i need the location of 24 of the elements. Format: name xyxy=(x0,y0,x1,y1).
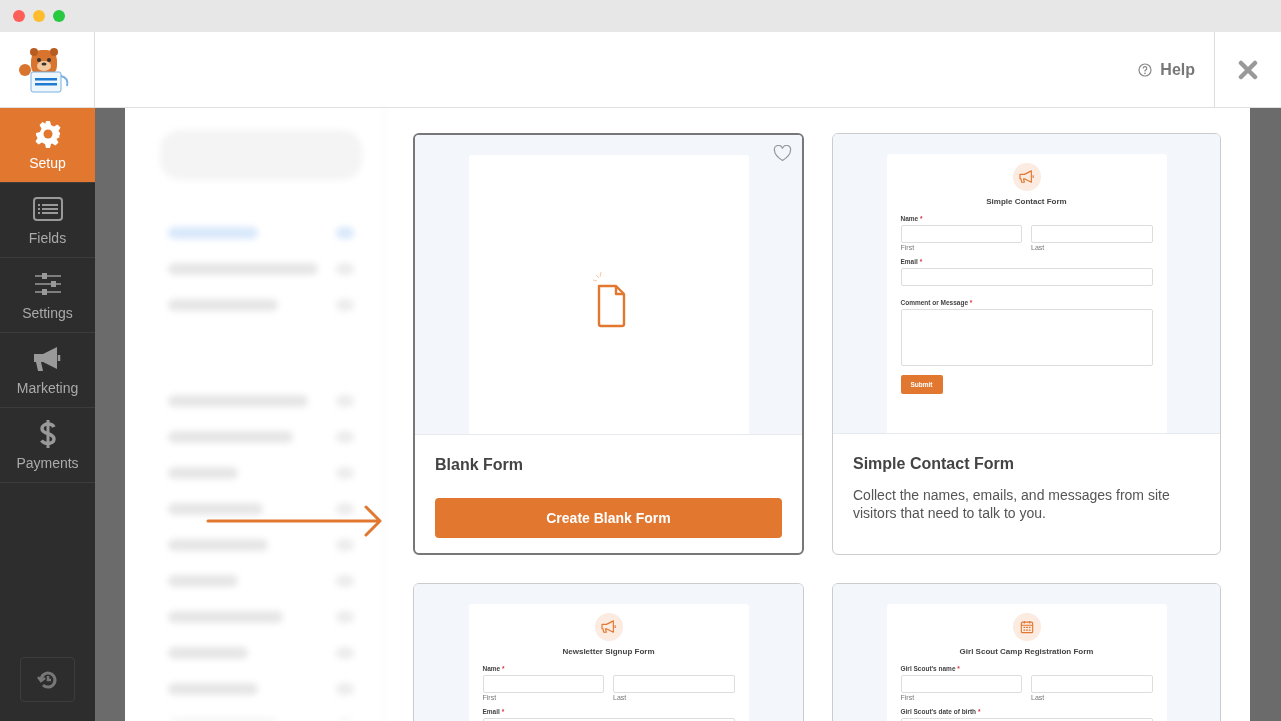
megaphone-icon xyxy=(1012,163,1041,191)
heart-icon[interactable] xyxy=(773,145,792,162)
form-title: Newsletter Signup Form xyxy=(561,647,656,656)
form-title: Girl Scout Camp Registration Form xyxy=(958,647,1095,656)
template-card[interactable]: Blank Form Create Blank Form xyxy=(413,133,804,555)
template-name: Simple Contact Form xyxy=(853,455,1015,473)
minimize-window-button[interactable] xyxy=(33,10,45,22)
close-window-button[interactable] xyxy=(13,10,25,22)
dollar-icon xyxy=(38,419,57,449)
form-title: Simple Contact Form xyxy=(985,197,1068,206)
list-icon xyxy=(32,194,63,224)
nav-tab[interactable]: Setup xyxy=(0,108,95,183)
template-name: Blank Form xyxy=(435,456,524,474)
template-description: Collect the names, emails, and messages from site visitors that need to talk to you. xyxy=(853,486,1171,522)
help-link[interactable]: Help xyxy=(1138,32,1195,107)
history-button[interactable] xyxy=(20,657,75,702)
megaphone-icon xyxy=(32,344,63,374)
megaphone-icon xyxy=(594,613,623,641)
calendar-icon xyxy=(1012,613,1041,641)
close-icon[interactable] xyxy=(1238,59,1258,80)
help-icon xyxy=(1138,62,1153,77)
zoom-window-button[interactable] xyxy=(53,10,65,22)
create-form-button[interactable]: Create Blank Form xyxy=(435,498,782,538)
gear-icon xyxy=(33,119,62,149)
